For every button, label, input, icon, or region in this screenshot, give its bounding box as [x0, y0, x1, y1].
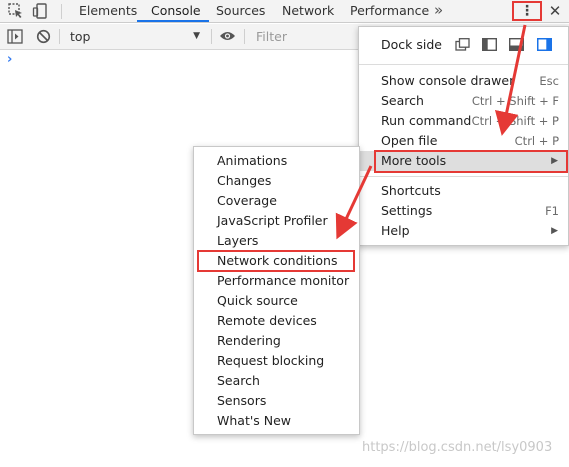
menu-item-shortcuts[interactable]: Shortcuts [359, 181, 568, 201]
toolbar-divider-2 [211, 29, 212, 44]
menu-item-label: Open file [381, 133, 438, 148]
customize-devtools-menu-button[interactable]: ⋮ [512, 1, 542, 21]
dropdown-arrow-icon: ▼ [193, 31, 200, 41]
submenu-item-label: Request blocking [217, 353, 325, 368]
submenu-item-whats-new[interactable]: What's New [194, 411, 359, 431]
submenu-item-request-blocking[interactable]: Request blocking [194, 351, 359, 371]
devtools-tab-bar: Elements Console Sources Network Perform… [0, 0, 569, 23]
submenu-item-search[interactable]: Search [194, 371, 359, 391]
submenu-arrow-icon: ▶ [551, 226, 558, 236]
submenu-item-rendering[interactable]: Rendering [194, 331, 359, 351]
devtools-main-menu: Dock side Show console drawer Esc Search… [358, 26, 569, 246]
submenu-item-label: Changes [217, 173, 272, 188]
tab-sources[interactable]: Sources [216, 0, 265, 22]
tab-elements[interactable]: Elements [79, 0, 137, 22]
inspect-element-icon[interactable] [7, 2, 25, 20]
dock-left-icon[interactable] [482, 38, 497, 51]
tab-performance[interactable]: Performance [350, 0, 429, 22]
submenu-item-changes[interactable]: Changes [194, 171, 359, 191]
close-devtools-button[interactable]: ✕ [546, 1, 564, 21]
dock-bottom-icon[interactable] [509, 38, 524, 51]
tab-bar-divider [61, 4, 62, 19]
kebab-menu-icon: ⋮ [520, 3, 534, 19]
submenu-item-quick-source[interactable]: Quick source [194, 291, 359, 311]
menu-item-open-file[interactable]: Open file Ctrl + P [359, 131, 568, 151]
menu-item-shortcut: Ctrl + Shift + P [471, 114, 559, 128]
menu-item-run-command[interactable]: Run command Ctrl + Shift + P [359, 111, 568, 131]
submenu-item-javascript-profiler[interactable]: JavaScript Profiler [194, 211, 359, 231]
dock-right-icon[interactable] [537, 38, 552, 51]
submenu-item-layers[interactable]: Layers [194, 231, 359, 251]
menu-item-label: Run command [381, 113, 472, 128]
highlight-box-more-tools [374, 150, 568, 173]
submenu-item-label: Search [217, 373, 260, 388]
more-tools-submenu: Animations Changes Coverage JavaScript P… [193, 146, 360, 435]
menu-divider [359, 64, 568, 65]
menu-item-label: Settings [381, 203, 433, 218]
console-prompt-icon[interactable]: › [7, 52, 12, 67]
device-toolbar-icon[interactable] [32, 2, 50, 20]
menu-item-shortcut: Ctrl + Shift + F [471, 94, 559, 108]
submenu-item-animations[interactable]: Animations [194, 151, 359, 171]
live-expression-eye-icon[interactable] [219, 30, 236, 42]
menu-item-label: Shortcuts [381, 183, 441, 198]
execution-context-select[interactable]: top ▼ [64, 26, 206, 47]
show-sidebar-icon[interactable] [7, 29, 23, 44]
highlight-box-network-conditions [197, 250, 355, 272]
submenu-item-label: Rendering [217, 333, 281, 348]
submenu-item-remote-devices[interactable]: Remote devices [194, 311, 359, 331]
menu-item-help[interactable]: Help ▶ [359, 221, 568, 241]
submenu-item-label: What's New [217, 413, 292, 428]
menu-item-shortcut: Esc [539, 74, 559, 88]
menu-item-label: Search [381, 93, 424, 108]
submenu-item-label: Animations [217, 153, 288, 168]
clear-console-icon[interactable] [36, 29, 51, 44]
menu-item-settings[interactable]: Settings F1 [359, 201, 568, 221]
submenu-item-sensors[interactable]: Sensors [194, 391, 359, 411]
toolbar-divider-3 [244, 29, 245, 44]
context-value: top [70, 29, 91, 44]
menu-item-shortcut: F1 [545, 204, 559, 218]
submenu-item-performance-monitor[interactable]: Performance monitor [194, 271, 359, 291]
submenu-item-coverage[interactable]: Coverage [194, 191, 359, 211]
menu-divider [359, 176, 568, 177]
submenu-item-label: Coverage [217, 193, 277, 208]
menu-item-label: Show console drawer [381, 73, 515, 88]
submenu-item-label: Layers [217, 233, 259, 248]
dock-side-row: Dock side [359, 27, 568, 63]
menu-item-search[interactable]: Search Ctrl + Shift + F [359, 91, 568, 111]
watermark-text: https://blog.csdn.net/lsy0903 [362, 440, 553, 455]
submenu-item-label: Remote devices [217, 313, 317, 328]
toolbar-divider [59, 29, 60, 44]
submenu-item-label: Quick source [217, 293, 298, 308]
more-tabs-button[interactable]: » [434, 0, 443, 22]
tab-network[interactable]: Network [282, 0, 334, 22]
submenu-item-label: Sensors [217, 393, 267, 408]
menu-item-label: Help [381, 223, 410, 238]
submenu-item-label: Performance monitor [217, 273, 350, 288]
tab-console[interactable]: Console [151, 0, 201, 22]
menu-item-shortcut: Ctrl + P [514, 134, 559, 148]
active-tab-indicator [137, 20, 209, 22]
menu-item-show-console-drawer[interactable]: Show console drawer Esc [359, 71, 568, 91]
submenu-item-label: JavaScript Profiler [217, 213, 328, 228]
dock-side-label: Dock side [381, 37, 442, 52]
undock-icon[interactable] [455, 38, 470, 51]
console-filter-input[interactable] [250, 26, 370, 47]
